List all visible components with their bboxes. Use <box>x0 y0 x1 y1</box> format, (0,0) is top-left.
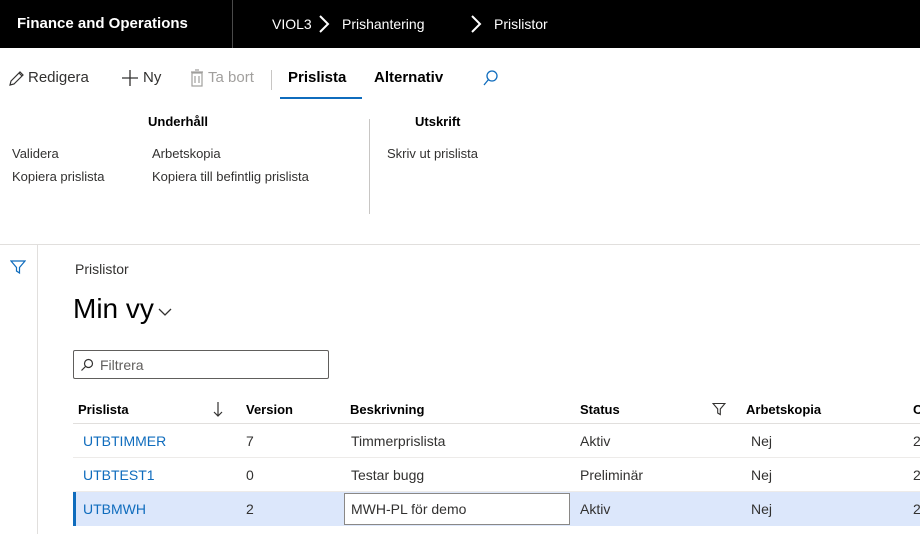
topbar-divider <box>232 0 233 48</box>
cell-beskrivning: Testar bugg <box>351 467 425 483</box>
cell-beskrivning: Timmerprislista <box>351 433 446 449</box>
delete-button[interactable]: Ta bort <box>190 66 254 90</box>
delete-button-label: Ta bort <box>208 69 254 86</box>
column-header-arbetskopia[interactable]: Arbetskopia <box>746 398 821 422</box>
column-header-prislista[interactable]: Prislista <box>78 398 129 422</box>
active-tab-indicator <box>280 97 362 99</box>
action-pane-bottom-border <box>0 244 920 245</box>
search-icon[interactable] <box>482 66 500 90</box>
view-selector[interactable]: Min vy <box>73 293 172 325</box>
trash-icon <box>190 69 204 87</box>
filter-field[interactable] <box>73 350 329 379</box>
ribbon-group-divider <box>369 119 370 214</box>
cell-prislista[interactable]: UTBTEST1 <box>83 458 155 492</box>
kopiera-prislista-button[interactable]: Kopiera prislista <box>12 169 105 184</box>
cell-version: 7 <box>246 433 254 449</box>
cell-arbetskopia: Nej <box>751 433 773 449</box>
view-name: Min vy <box>73 293 154 324</box>
table-row-selected[interactable]: UTBMWH 2 MWH-PL för demo Aktiv Nej 2 <box>73 492 920 526</box>
tab-prislista[interactable]: Prislista <box>288 66 346 90</box>
column-header-version[interactable]: Version <box>246 398 293 422</box>
cell-status: Aktiv <box>580 433 611 449</box>
sort-down-arrow-icon[interactable] <box>213 401 223 420</box>
chevron-right-icon <box>470 0 482 48</box>
cell-status: Aktiv <box>580 501 611 517</box>
breadcrumb-module[interactable]: Prishantering <box>342 0 425 48</box>
validera-button[interactable]: Validera <box>12 146 59 161</box>
kopiera-till-befintlig-button[interactable]: Kopiera till befintlig prislista <box>152 169 309 184</box>
pencil-icon <box>8 69 26 87</box>
plus-icon <box>121 69 139 87</box>
cell-truncated: 2 <box>913 433 920 449</box>
new-button-label: Ny <box>143 69 162 86</box>
cell-status: Preliminär <box>580 467 644 483</box>
selected-row-indicator <box>73 492 76 526</box>
cell-truncated: 2 <box>913 467 920 483</box>
table-row[interactable]: UTBTEST1 0 Testar bugg Preliminär Nej 2 <box>73 458 920 492</box>
cell-prislista[interactable]: UTBMWH <box>83 492 146 526</box>
new-button[interactable]: Ny <box>121 66 161 90</box>
page-caption: Prislistor <box>75 261 129 277</box>
table-row[interactable]: UTBTIMMER 7 Timmerprislista Aktiv Nej 2 <box>73 424 920 458</box>
cell-beskrivning-editor[interactable]: MWH-PL för demo <box>344 493 570 525</box>
chevron-down-icon <box>158 307 172 317</box>
filter-icon[interactable] <box>711 402 727 419</box>
breadcrumb-company[interactable]: VIOL3 <box>272 0 312 48</box>
group-title-underhall: Underhåll <box>148 114 208 129</box>
edit-button-label: Redigera <box>28 69 89 86</box>
column-header-truncated[interactable]: C <box>913 398 920 422</box>
app-title[interactable]: Finance and Operations <box>17 0 188 48</box>
search-icon <box>80 358 94 372</box>
group-title-utskrift: Utskrift <box>415 114 461 129</box>
breadcrumb-page[interactable]: Prislistor <box>494 0 548 48</box>
filter-icon[interactable] <box>9 259 27 278</box>
cell-arbetskopia: Nej <box>751 467 773 483</box>
action-pane-divider <box>271 70 272 90</box>
cell-version: 2 <box>246 501 254 517</box>
filter-rail-border <box>37 245 38 534</box>
column-header-status[interactable]: Status <box>580 398 620 422</box>
cell-arbetskopia: Nej <box>751 501 773 517</box>
edit-button[interactable]: Redigera <box>8 66 89 90</box>
tab-alternativ[interactable]: Alternativ <box>374 66 443 90</box>
filter-input[interactable] <box>98 355 312 374</box>
column-header-beskrivning[interactable]: Beskrivning <box>350 398 424 422</box>
skriv-ut-prislista-button[interactable]: Skriv ut prislista <box>387 146 478 161</box>
cell-prislista[interactable]: UTBTIMMER <box>83 424 166 458</box>
cell-version: 0 <box>246 467 254 483</box>
cell-truncated: 2 <box>913 501 920 517</box>
chevron-right-icon <box>318 0 330 48</box>
arbetskopia-button[interactable]: Arbetskopia <box>152 146 221 161</box>
